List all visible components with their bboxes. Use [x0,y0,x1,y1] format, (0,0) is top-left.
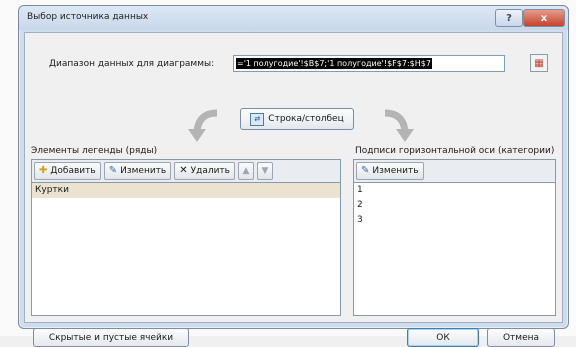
edit-icon: ✎ [108,165,118,176]
chart-range-label: Диапазон данных для диаграммы: [49,59,215,69]
switch-row-column-label: Строка/столбец [268,114,344,124]
curved-arrow-left-icon [188,109,218,142]
move-up-button[interactable]: ▲ [237,162,254,180]
edit-icon: ✎ [361,165,370,176]
range-collapse-button[interactable]: ▦ [530,54,548,72]
list-item[interactable]: 3 [354,213,555,228]
close-button[interactable]: x [523,9,565,27]
ok-button[interactable]: ОК [407,328,479,347]
legend-toolbar: ✚ Добавить ✎ Изменить ✕ Удалить ▲ ▼ [31,159,341,183]
edit-series-label: Изменить [120,166,167,176]
axis-toolbar: ✎ Изменить [353,159,556,183]
delete-icon: ✕ [179,165,188,176]
legend-entries-heading: Элементы легенды (ряды) [31,146,158,156]
legend-series-list[interactable]: Куртки [31,183,341,316]
switch-row-column-icon: ⇄ [250,112,265,126]
select-data-source-dialog: Выбор источника данных ? x Диапазон данн… [18,5,569,347]
range-select-icon: ▦ [534,57,544,69]
dialog-title: Выбор источника данных [27,12,149,22]
help-icon: ? [506,12,512,24]
hidden-empty-cells-button[interactable]: Скрытые и пустые ячейки [33,328,189,347]
add-icon: ✚ [39,165,48,176]
delete-series-label: Удалить [190,166,230,176]
arrow-up-icon: ▲ [242,166,250,176]
dialog-title-bar[interactable]: Выбор источника данных ? x [19,6,568,30]
switch-row-column-button[interactable]: ⇄ Строка/столбец [240,108,354,130]
curved-arrow-right-icon [384,109,414,142]
edit-axis-labels-label: Изменить [372,166,419,176]
close-icon: x [540,12,548,24]
axis-labels-heading: Подписи горизонтальной оси (категории) [355,146,555,156]
list-item[interactable]: Куртки [32,183,340,198]
delete-series-button[interactable]: ✕ Удалить [174,162,235,180]
list-item[interactable]: 2 [354,198,555,213]
axis-labels-list[interactable]: 1 2 3 [353,183,556,316]
add-series-label: Добавить [50,166,96,176]
cancel-button[interactable]: Отмена [487,328,555,347]
edit-series-button[interactable]: ✎ Изменить [103,162,172,180]
move-down-button[interactable]: ▼ [256,162,273,180]
dialog-body: Диапазон данных для диаграммы: ='1 полуг… [24,32,563,347]
chart-range-input[interactable]: ='1 полугодие'!$B$7;'1 полугодие'!$F$7:$… [233,55,505,72]
edit-axis-labels-button[interactable]: ✎ Изменить [356,162,424,180]
list-item[interactable]: 1 [354,183,555,198]
chart-range-value: ='1 полугодие'!$B$7;'1 полугодие'!$F$7:$… [236,58,432,69]
add-series-button[interactable]: ✚ Добавить [34,162,101,180]
help-button[interactable]: ? [495,9,523,27]
arrow-down-icon: ▼ [261,166,269,176]
